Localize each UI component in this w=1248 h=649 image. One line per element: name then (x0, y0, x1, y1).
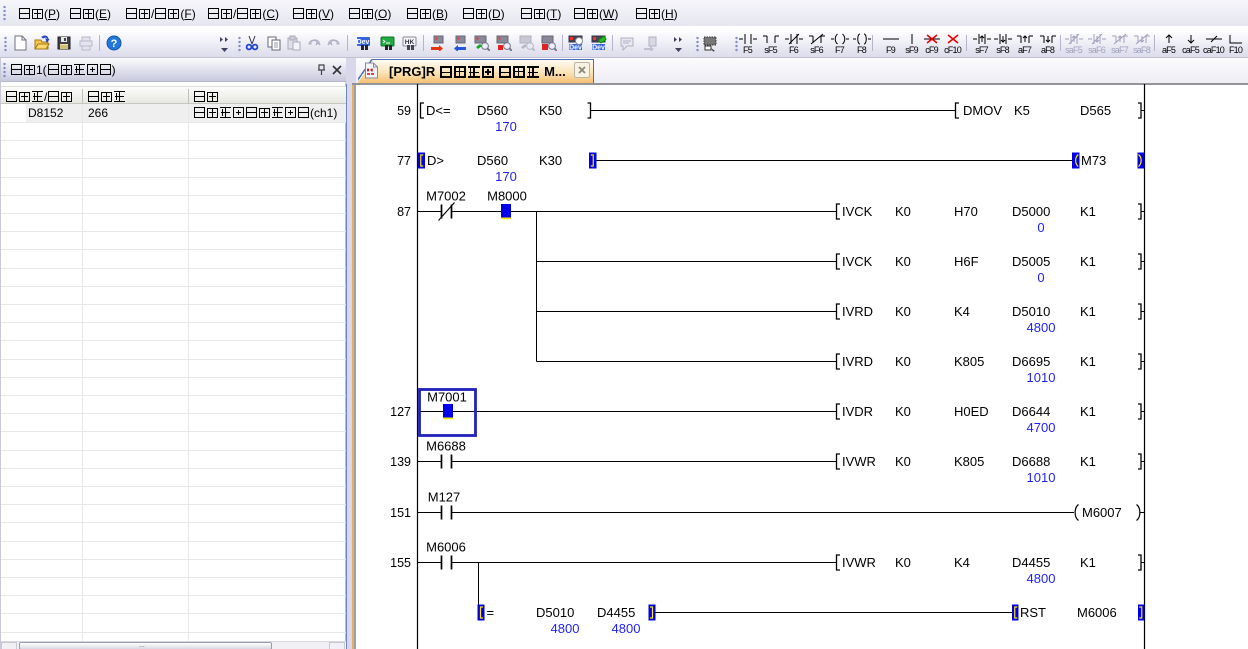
svg-text:RST: RST (1020, 605, 1046, 620)
svg-text:K50: K50 (539, 103, 562, 118)
svg-text:M8000: M8000 (487, 189, 527, 204)
svg-text:4800: 4800 (1027, 571, 1056, 586)
svg-text:K1: K1 (1080, 404, 1096, 419)
svg-text:D5010: D5010 (536, 605, 574, 620)
svg-text:K4: K4 (954, 304, 970, 319)
svg-text:D6695: D6695 (1012, 354, 1050, 369)
svg-text:M73: M73 (1081, 153, 1106, 168)
svg-text:Dev: Dev (569, 45, 582, 52)
svg-text:M6006: M6006 (1077, 605, 1117, 620)
svg-text:M6688: M6688 (426, 439, 466, 454)
svg-text:HK: HK (405, 39, 415, 46)
svg-text:K805: K805 (954, 454, 984, 469)
svg-text:DMOV: DMOV (963, 103, 1002, 118)
svg-text:D565: D565 (1080, 103, 1111, 118)
svg-text:M7002: M7002 (426, 189, 466, 204)
svg-text:K5: K5 (1014, 103, 1030, 118)
svg-text:D560: D560 (477, 153, 508, 168)
svg-text:D4455: D4455 (1012, 555, 1050, 570)
svg-text:K1: K1 (1080, 555, 1096, 570)
svg-text:H70: H70 (954, 204, 978, 219)
svg-text:151: 151 (390, 506, 411, 520)
svg-text:0: 0 (1037, 220, 1044, 235)
svg-text:IVCK: IVCK (842, 204, 873, 219)
svg-text:K1: K1 (1080, 354, 1096, 369)
svg-text:87: 87 (397, 205, 411, 219)
svg-text:170: 170 (495, 169, 517, 184)
svg-text:K0: K0 (895, 204, 911, 219)
svg-text:IVWR: IVWR (842, 555, 876, 570)
svg-text:IVDR: IVDR (842, 404, 873, 419)
svg-text:IVWR: IVWR (842, 454, 876, 469)
svg-text:K805: K805 (954, 354, 984, 369)
svg-text:K0: K0 (895, 404, 911, 419)
svg-text:M7001: M7001 (427, 390, 467, 405)
svg-text:M6006: M6006 (426, 540, 466, 555)
svg-text:155: 155 (390, 556, 411, 570)
svg-text:1010: 1010 (1027, 370, 1056, 385)
svg-text:K1: K1 (1080, 254, 1096, 269)
svg-text:D6644: D6644 (1012, 404, 1050, 419)
svg-text:K1: K1 (1080, 304, 1096, 319)
svg-text:H6F: H6F (954, 254, 979, 269)
svg-text:Dev: Dev (357, 39, 370, 46)
svg-text:K0: K0 (895, 454, 911, 469)
svg-text:0: 0 (1037, 270, 1044, 285)
svg-text:4800: 4800 (612, 621, 641, 636)
svg-text:=: = (487, 605, 495, 620)
svg-text:D5005: D5005 (1012, 254, 1050, 269)
svg-text:K0: K0 (895, 304, 911, 319)
svg-text:IVCK: IVCK (842, 254, 873, 269)
svg-text:D6688: D6688 (1012, 454, 1050, 469)
svg-text:M6007: M6007 (1082, 505, 1122, 520)
svg-text:D5010: D5010 (1012, 304, 1050, 319)
svg-text:H0ED: H0ED (954, 404, 989, 419)
svg-text:127: 127 (390, 405, 411, 419)
svg-text:?: ? (111, 38, 118, 50)
svg-text:D560: D560 (477, 103, 508, 118)
svg-text:D4455: D4455 (597, 605, 635, 620)
svg-text:4800: 4800 (551, 621, 580, 636)
svg-text:K30: K30 (539, 153, 562, 168)
svg-text:170: 170 (495, 119, 517, 134)
svg-text:K1: K1 (1080, 454, 1096, 469)
svg-text:1010: 1010 (1027, 470, 1056, 485)
svg-text:77: 77 (397, 154, 411, 168)
svg-text:K4: K4 (954, 555, 970, 570)
svg-text:Dev: Dev (592, 45, 605, 52)
svg-text:4800: 4800 (1027, 320, 1056, 335)
svg-text:D5000: D5000 (1012, 204, 1050, 219)
svg-text:139: 139 (390, 455, 411, 469)
svg-text:K0: K0 (895, 254, 911, 269)
svg-text:IVRD: IVRD (842, 354, 873, 369)
svg-text:4700: 4700 (1027, 420, 1056, 435)
svg-text:IVRD: IVRD (842, 304, 873, 319)
svg-text:M127: M127 (428, 490, 461, 505)
svg-text:K1: K1 (1080, 204, 1096, 219)
svg-text:D<=: D<= (426, 103, 451, 118)
svg-text:D>: D> (427, 153, 444, 168)
svg-text:59: 59 (397, 104, 411, 118)
svg-text:K0: K0 (895, 555, 911, 570)
svg-text:K0: K0 (895, 354, 911, 369)
